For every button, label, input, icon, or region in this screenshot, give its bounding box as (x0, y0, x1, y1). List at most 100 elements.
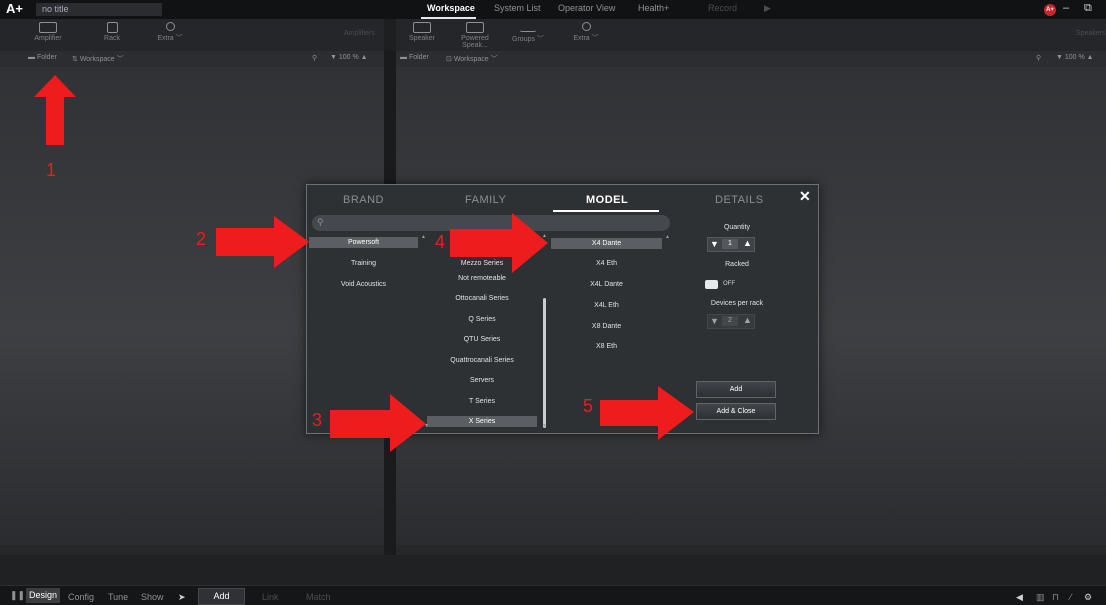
rack-icon (106, 22, 118, 33)
bottom-bar (0, 585, 1106, 605)
tool-extra-right[interactable]: Extra ﹀ (566, 22, 606, 43)
tool-powered-speaker[interactable]: Powered Speak... (450, 22, 500, 49)
model-item[interactable]: X8 Eth (551, 343, 662, 350)
family-scroll-down-icon[interactable]: ▼ (542, 423, 547, 429)
pointer-icon[interactable]: ➤ (178, 592, 186, 603)
model-item-x4-dante[interactable]: X4 Dante (551, 238, 662, 249)
model-item[interactable]: X8 Dante (551, 323, 662, 330)
quantity-stepper[interactable]: ▼ 1 ▲ (707, 237, 755, 252)
tool-groups[interactable]: Groups ﹀ (508, 22, 548, 44)
model-item[interactable]: X4 Eth (551, 260, 662, 267)
nav-workspace[interactable]: Workspace (427, 3, 475, 13)
chevron-down-icon: ﹀ (536, 36, 544, 43)
workspace-dropdown[interactable]: ⊡ Workspace ﹀ (446, 54, 498, 64)
lock-icon[interactable]: ⊓ (1052, 592, 1059, 603)
model-item[interactable]: X4L Dante (551, 281, 662, 288)
right-horizontal-scrollbar[interactable] (396, 545, 1106, 555)
toolbar-section-amplifiers: Amplifiers (344, 30, 375, 37)
zoom-level[interactable]: ▼ 100 % ▲ (1056, 54, 1094, 61)
brand-item-void-acoustics[interactable]: Void Acoustics (309, 281, 418, 288)
action-link[interactable]: Link (262, 592, 279, 602)
search-icon: ⚲ (317, 217, 324, 227)
tool-rack[interactable]: Rack (92, 22, 132, 42)
trash-icon[interactable]: ▥ (1036, 592, 1045, 603)
close-icon[interactable]: ✕ (799, 188, 811, 205)
tab-active-indicator (553, 210, 659, 212)
decrement-icon[interactable]: ▼ (710, 239, 719, 249)
mode-config[interactable]: Config (68, 592, 94, 602)
amplifier-icon (39, 22, 57, 33)
family-item[interactable]: Not remoteable (427, 275, 537, 282)
mode-show[interactable]: Show (141, 592, 164, 602)
devices-per-rack-label: Devices per rack (710, 300, 764, 307)
racked-label: Racked (725, 261, 749, 268)
brand-item-training[interactable]: Training (309, 260, 418, 267)
tab-family[interactable]: FAMILY (465, 194, 506, 206)
family-item[interactable]: Ottocanali Series (427, 295, 537, 302)
volume-icon[interactable]: ◀ (1016, 592, 1023, 603)
family-item[interactable]: Quattrocanali Series (427, 357, 537, 364)
add-and-close-button[interactable]: Add & Close (696, 403, 776, 420)
nav-record[interactable]: Record (708, 3, 737, 13)
decrement-icon[interactable]: ▼ (710, 316, 719, 326)
tool-speaker[interactable]: Speaker (402, 22, 442, 42)
annotation-number-2: 2 (196, 229, 207, 249)
model-scroll-up-icon[interactable]: ▲ (665, 234, 670, 240)
right-pane-header: ▬ Folder ⊡ Workspace ﹀ ⚲ ▼ 100 % ▲ (396, 51, 1106, 68)
nav-health-plus[interactable]: Health+ (638, 3, 669, 13)
mode-tune[interactable]: Tune (108, 592, 128, 602)
network-icon[interactable]: ⁄ (1070, 592, 1072, 602)
tab-details[interactable]: DETAILS (715, 194, 764, 206)
zoom-level[interactable]: ▼ 100 % ▲ (330, 54, 368, 61)
zoom-icon[interactable]: ⚲ (1036, 54, 1041, 62)
nav-system-list[interactable]: System List (494, 3, 541, 13)
speaker-icon (413, 22, 431, 33)
annotation-arrow-1 (34, 75, 76, 145)
nav-operator-view[interactable]: Operator View (558, 3, 615, 13)
annotation-arrow-4 (450, 213, 548, 273)
play-icon[interactable]: ▶ (764, 3, 771, 14)
increment-icon[interactable]: ▲ (743, 315, 752, 325)
restore-button[interactable]: ⧉ (1084, 2, 1092, 15)
settings-gear-icon[interactable]: ⚙ (1084, 592, 1092, 603)
action-match[interactable]: Match (306, 592, 331, 602)
extra-icon (581, 22, 591, 31)
folder-button[interactable]: ▬ Folder (28, 54, 57, 61)
tab-brand[interactable]: BRAND (343, 194, 384, 206)
right-toolbar (396, 19, 1106, 51)
annotation-arrow-5 (600, 386, 694, 440)
family-scrollbar[interactable] (543, 298, 546, 428)
family-item[interactable]: Servers (427, 377, 537, 384)
family-item-selected[interactable]: X Series (427, 416, 537, 427)
minimize-button[interactable]: – (1063, 2, 1069, 14)
devices-per-rack-value[interactable]: 2 (722, 316, 738, 326)
racked-toggle[interactable]: OFF (705, 279, 737, 291)
workspace-dropdown[interactable]: ⇅ Workspace ﹀ (72, 54, 124, 64)
zoom-icon[interactable]: ⚲ (312, 54, 317, 62)
action-add[interactable]: Add (198, 588, 245, 605)
tool-extra[interactable]: Extra ﹀ (150, 22, 190, 43)
tool-amplifier[interactable]: Amplifier (28, 22, 68, 42)
extra-icon (165, 22, 175, 31)
increment-icon[interactable]: ▲ (743, 238, 752, 248)
model-item[interactable]: X4L Eth (551, 302, 662, 309)
brand-item-powersoft[interactable]: Powersoft (309, 237, 418, 248)
document-title-field[interactable]: no title (36, 3, 162, 16)
toggle-knob (705, 280, 718, 289)
family-item[interactable]: QTU Series (427, 336, 537, 343)
folder-button[interactable]: ▬ Folder (400, 54, 429, 61)
family-item[interactable]: T Series (427, 398, 537, 405)
brand-scroll-up-icon[interactable]: ▲ (421, 234, 426, 240)
pause-icon[interactable]: ❚❚ (10, 590, 25, 601)
annotation-arrow-3 (330, 394, 426, 452)
left-horizontal-scrollbar[interactable] (0, 545, 384, 555)
annotation-number-5: 5 (583, 396, 594, 416)
annotation-number-4: 4 (435, 232, 446, 252)
tab-model[interactable]: MODEL (586, 194, 628, 206)
user-avatar[interactable]: A+ (1044, 4, 1056, 16)
add-button[interactable]: Add (696, 381, 776, 398)
quantity-value[interactable]: 1 (722, 239, 738, 249)
devices-per-rack-stepper[interactable]: ▼ 2 ▲ (707, 314, 755, 329)
mode-design[interactable]: Design (26, 588, 60, 603)
family-item[interactable]: Q Series (427, 316, 537, 323)
